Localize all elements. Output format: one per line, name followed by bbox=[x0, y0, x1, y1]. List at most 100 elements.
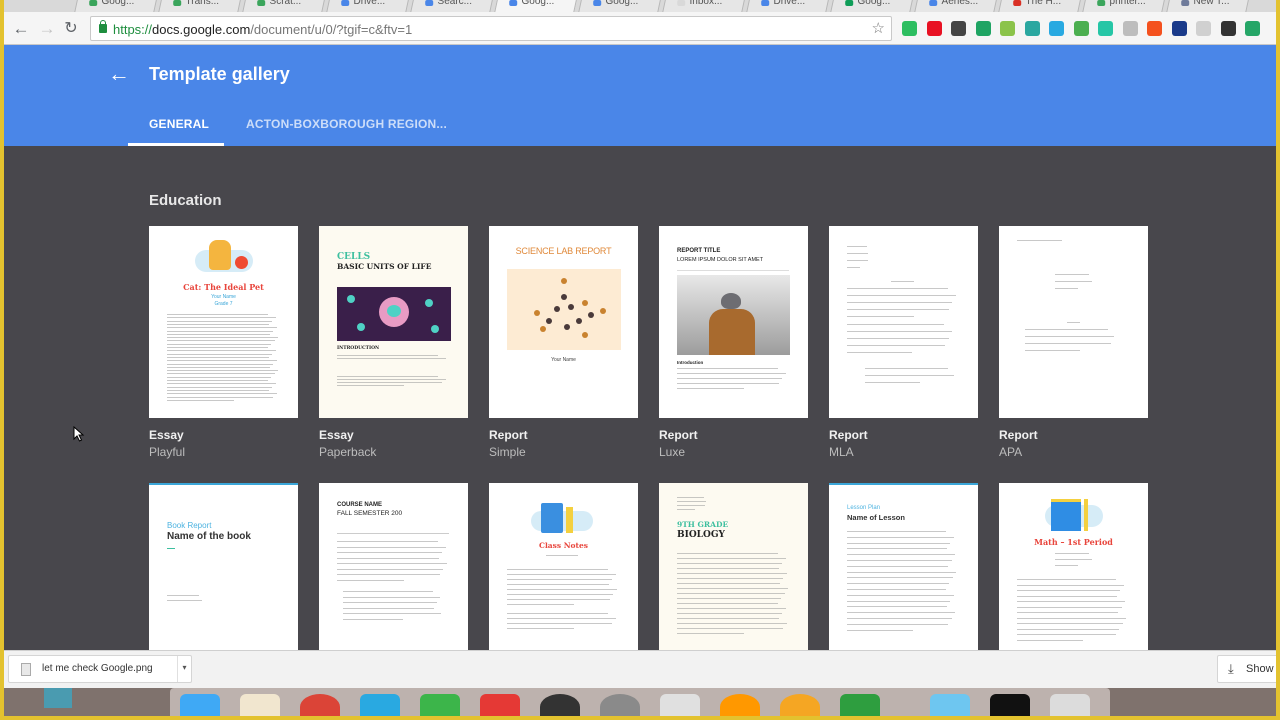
address-bar[interactable]: https://docs.google.com/document/u/0/?tg… bbox=[90, 16, 892, 41]
trash-icon[interactable] bbox=[1050, 694, 1090, 716]
template-card-book-report[interactable]: Book Report Name of the book bbox=[149, 483, 298, 675]
save-icon[interactable] bbox=[1098, 21, 1113, 36]
chrome-icon[interactable] bbox=[300, 694, 340, 716]
browser-tab[interactable]: Searc... bbox=[410, 0, 494, 12]
template-type-label: Report bbox=[999, 428, 1038, 442]
text-line bbox=[343, 618, 403, 620]
film-icon[interactable] bbox=[951, 21, 966, 36]
terminal-icon[interactable] bbox=[990, 694, 1030, 716]
text-line bbox=[1055, 559, 1092, 560]
system-preferences-icon[interactable] bbox=[600, 694, 640, 716]
browser-tab[interactable]: Scrat... bbox=[242, 0, 326, 12]
browser-tab[interactable]: Inbox... bbox=[662, 0, 746, 12]
thumbnail-heading: BASIC UNITS OF LIFE bbox=[337, 262, 432, 271]
page-icon[interactable] bbox=[1196, 21, 1211, 36]
browser-tab[interactable]: New T... bbox=[1166, 0, 1250, 12]
classroom-icon[interactable] bbox=[1245, 21, 1260, 36]
template-card-essay-playful[interactable]: Cat: The Ideal Pet Your Name Grade 7 Ess… bbox=[149, 226, 298, 459]
google-drive-icon[interactable] bbox=[975, 21, 991, 36]
template-card-biology[interactable]: 9TH GRADE BIOLOGY bbox=[659, 483, 808, 675]
browser-tab[interactable]: printer... bbox=[1082, 0, 1166, 12]
page-title: Template gallery bbox=[149, 64, 290, 84]
template-card-class-notes[interactable]: Class Notes bbox=[489, 483, 638, 675]
text-line bbox=[507, 584, 609, 585]
no-sign-app-icon[interactable] bbox=[240, 694, 280, 716]
thumbnail-subheading: Your Name bbox=[211, 294, 236, 300]
finder-icon[interactable] bbox=[180, 694, 220, 716]
text-line bbox=[847, 612, 955, 614]
template-card-lesson-plan[interactable]: Lesson Plan Name of Lesson bbox=[829, 483, 978, 675]
url-scheme: https:// bbox=[113, 22, 153, 37]
browser-tab[interactable]: The H... bbox=[998, 0, 1082, 12]
browser-tab[interactable]: Aeries... bbox=[914, 0, 998, 12]
browser-toolbar: ← → ↻ https://docs.google.com/document/u… bbox=[4, 12, 1276, 45]
w-app-icon[interactable] bbox=[360, 694, 400, 716]
text-line bbox=[677, 613, 783, 614]
tab-favicon-icon bbox=[1097, 0, 1106, 6]
text-line bbox=[1017, 628, 1120, 630]
far-app-icon[interactable] bbox=[540, 694, 580, 716]
text-line bbox=[677, 623, 787, 624]
download-icon[interactable] bbox=[1073, 21, 1089, 36]
text-line bbox=[677, 505, 706, 506]
browser-tab[interactable]: Goog... bbox=[578, 0, 662, 12]
browser-tab[interactable]: Goog... bbox=[830, 0, 914, 12]
browser-tab[interactable]: Goog... bbox=[494, 0, 578, 12]
template-card-report-mla[interactable]: Report MLA bbox=[829, 226, 978, 459]
text-line bbox=[1017, 579, 1116, 580]
screens-app-icon[interactable] bbox=[660, 694, 700, 716]
text-line bbox=[865, 382, 921, 383]
gallery-tabs: GENERAL ACTON-BOXBOROUGH REGION... bbox=[4, 105, 1276, 146]
browser-tab[interactable]: Drive... bbox=[326, 0, 410, 12]
thumbnail-heading: COURSE NAME bbox=[337, 502, 383, 508]
text-line bbox=[1017, 612, 1119, 613]
browser-tab[interactable]: Trans... bbox=[158, 0, 242, 12]
download-options-caret-icon[interactable]: ▾ bbox=[177, 656, 191, 682]
browser-tab[interactable]: Drive... bbox=[746, 0, 830, 12]
photos-icon[interactable] bbox=[720, 694, 760, 716]
template-card-math-period[interactable]: Math – 1st Period bbox=[999, 483, 1148, 675]
downloads-folder-icon[interactable] bbox=[930, 694, 970, 716]
download-item[interactable]: let me check Google.png ▾ bbox=[8, 655, 192, 683]
text-line bbox=[507, 618, 616, 619]
thumbnail-subheading: Grade 7 bbox=[214, 301, 233, 307]
back-arrow-icon[interactable]: ← bbox=[108, 61, 130, 87]
opera-icon[interactable] bbox=[926, 21, 942, 36]
pin-icon[interactable] bbox=[1220, 21, 1236, 36]
clipboard-icon[interactable] bbox=[1000, 21, 1015, 36]
back-icon[interactable]: ← bbox=[10, 18, 32, 40]
bookmark-star-icon[interactable]: ☆ bbox=[872, 19, 885, 37]
browser-tab[interactable]: Goog... bbox=[74, 0, 158, 12]
thumbnail-heading: FALL SEMESTER 200 bbox=[337, 510, 403, 517]
evernote-icon[interactable] bbox=[902, 21, 917, 36]
d-icon[interactable] bbox=[1049, 21, 1064, 36]
text-line bbox=[677, 628, 784, 629]
show-all-downloads-button[interactable]: ⤓ Show All bbox=[1217, 655, 1276, 683]
text-line bbox=[167, 343, 272, 345]
text-line bbox=[1025, 329, 1108, 330]
n-icon[interactable] bbox=[1171, 21, 1187, 36]
tab-general[interactable]: GENERAL bbox=[149, 117, 209, 131]
x-app-icon[interactable] bbox=[420, 694, 460, 716]
desktop-item[interactable] bbox=[44, 688, 72, 708]
highlighter-icon[interactable] bbox=[1147, 21, 1162, 36]
template-card-report-simple[interactable]: SCIENCE LAB REPORT Your Name Report Simp… bbox=[489, 226, 638, 459]
template-card-essay-paperback[interactable]: CELLS BASIC UNITS OF LIFE INTRODUCTION E… bbox=[319, 226, 468, 459]
url-host: docs.google.com bbox=[152, 22, 251, 37]
template-card-report-luxe[interactable]: REPORT TITLE LOREM IPSUM DOLOR SIT AMET … bbox=[659, 226, 808, 459]
arrow-up-icon[interactable] bbox=[1024, 21, 1040, 36]
messenger-app-icon[interactable] bbox=[780, 694, 820, 716]
red-app-icon[interactable] bbox=[480, 694, 520, 716]
template-card-course-notes[interactable]: COURSE NAME FALL SEMESTER 200 bbox=[319, 483, 468, 675]
green-app-icon[interactable] bbox=[840, 694, 880, 716]
text-line bbox=[847, 565, 949, 567]
text-line bbox=[167, 350, 276, 352]
forward-icon[interactable]: → bbox=[36, 18, 58, 40]
cloud-icon[interactable] bbox=[1122, 21, 1138, 36]
tab-acton-boxborough[interactable]: ACTON-BOXBOROUGH REGION... bbox=[246, 117, 447, 131]
text-line bbox=[167, 373, 275, 375]
molecule-atom bbox=[561, 294, 567, 300]
reload-icon[interactable]: ↻ bbox=[60, 18, 82, 40]
molecule-atom bbox=[564, 324, 570, 330]
template-card-report-apa[interactable]: Report APA bbox=[999, 226, 1148, 459]
